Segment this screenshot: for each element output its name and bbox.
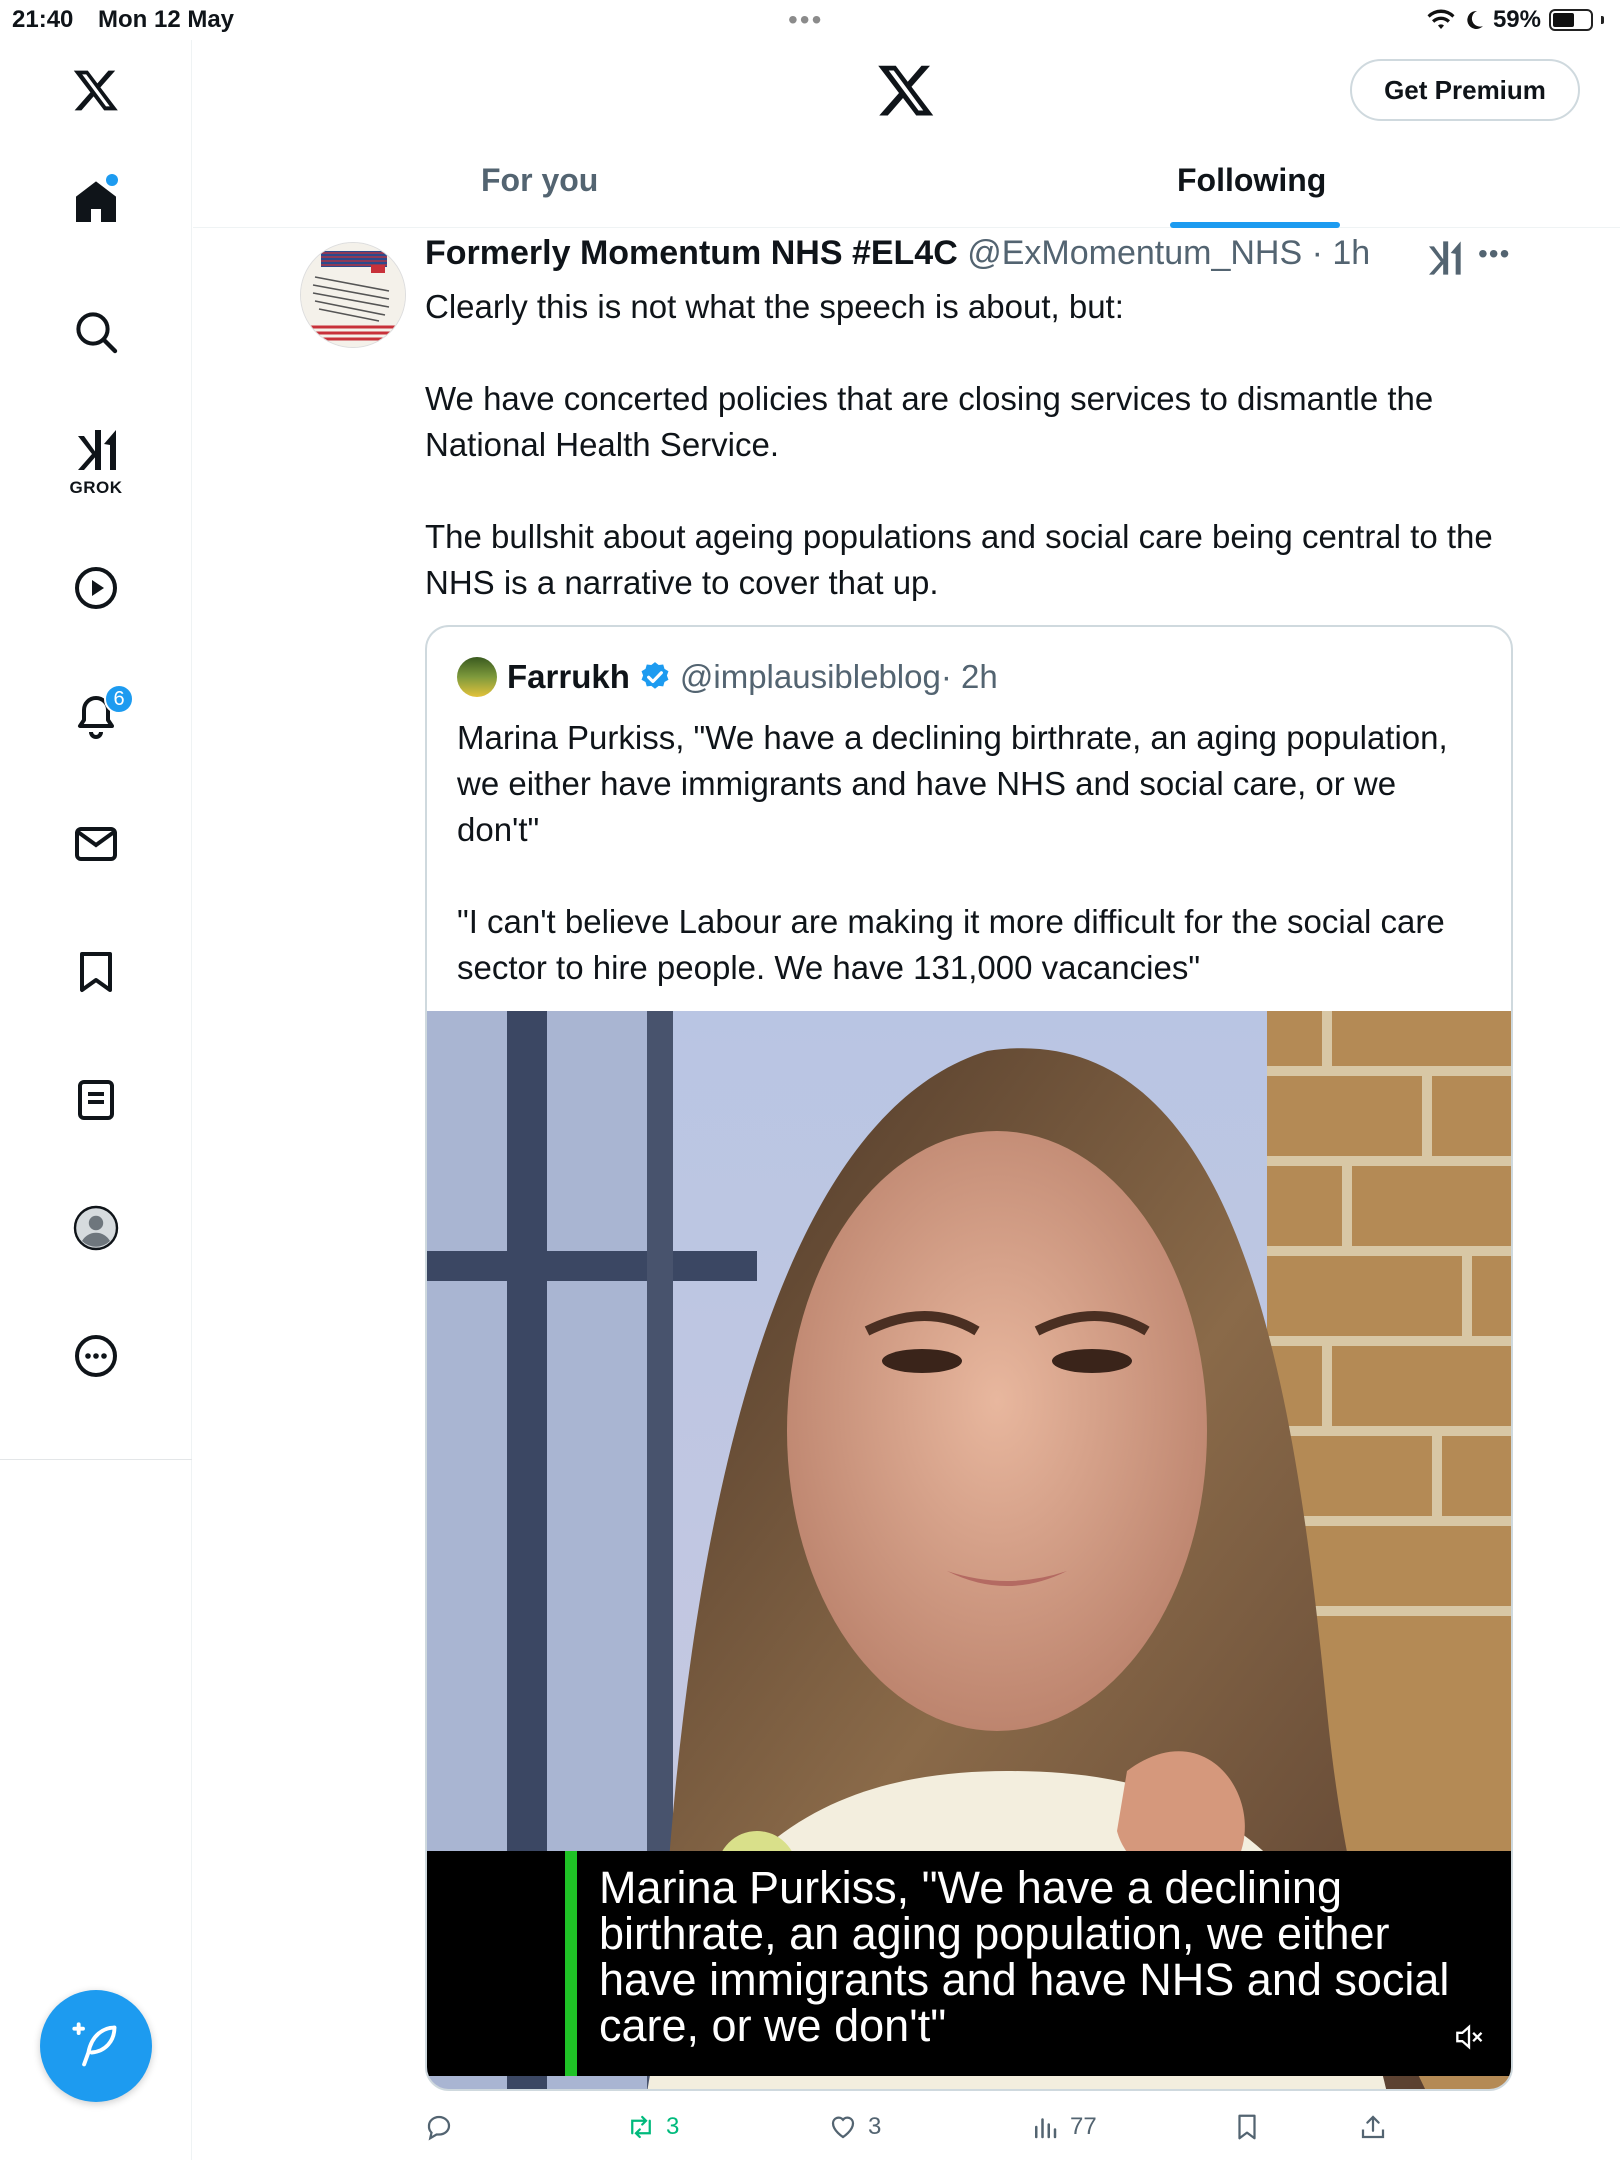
x-logo-icon[interactable] xyxy=(66,60,126,120)
reply-icon xyxy=(427,2115,451,2141)
tweet-text: Clearly this is not what the speech is a… xyxy=(425,288,1493,601)
bookmark-action-icon xyxy=(1238,2114,1256,2140)
share-icon xyxy=(1361,2115,1385,2139)
get-premium-button[interactable]: Get Premium xyxy=(1350,59,1580,121)
retweet-count: 3 xyxy=(666,2113,680,2140)
multitask-dots-icon[interactable]: ••• xyxy=(788,4,823,36)
home-new-dot xyxy=(106,174,118,186)
notifications-badge: 6 xyxy=(104,684,134,714)
quote-header: Farrukh @implausibleblog · 2h xyxy=(457,657,998,697)
header-x-logo-icon[interactable] xyxy=(876,60,936,120)
quote-avatar xyxy=(457,657,497,697)
profile-icon[interactable] xyxy=(66,1198,126,1258)
quoted-tweet-card[interactable]: Farrukh @implausibleblog · 2h Marina Pur… xyxy=(425,625,1513,2091)
author-name[interactable]: Formerly Momentum NHS #EL4C xyxy=(425,234,958,272)
timeline-tabs: For you Following xyxy=(193,150,1620,228)
battery-icon xyxy=(1549,9,1593,31)
status-indicators: 59% xyxy=(1427,6,1604,34)
mail-icon[interactable] xyxy=(66,814,126,874)
tab-for-you[interactable]: For you xyxy=(481,162,598,199)
retweet-icon xyxy=(631,2115,651,2139)
tab-following[interactable]: Following xyxy=(1177,162,1326,199)
battery-percent: 59% xyxy=(1492,6,1541,33)
tweet-time[interactable]: · 1h xyxy=(1312,234,1371,272)
tweet-more-icon[interactable]: ••• xyxy=(1478,238,1510,270)
quote-time: · 2h xyxy=(940,658,998,695)
bookmark-action[interactable] xyxy=(1232,2112,1262,2142)
active-tab-indicator xyxy=(1170,222,1340,228)
list-icon[interactable] xyxy=(66,1070,126,1130)
views-icon xyxy=(1035,2118,1057,2139)
compose-button[interactable] xyxy=(40,1990,152,2102)
more-icon[interactable] xyxy=(66,1326,126,1386)
author-handle[interactable]: @ExMomentum_NHS xyxy=(967,234,1302,272)
grok-explain-icon[interactable] xyxy=(1424,238,1464,278)
retweet-action[interactable]: 3 xyxy=(626,2112,679,2142)
tweet-header: Formerly Momentum NHS #EL4C @ExMomentum_… xyxy=(425,234,1370,273)
views-count: 77 xyxy=(1070,2113,1097,2140)
moon-icon xyxy=(1467,10,1483,29)
status-date: Mon 12 May xyxy=(98,6,235,33)
video-player[interactable]: Marina Purkiss, "We have a declining bir… xyxy=(427,1011,1511,2089)
share-action[interactable] xyxy=(1358,2112,1388,2142)
wifi-icon xyxy=(1427,9,1455,29)
quote-text: Marina Purkiss, "We have a declining bir… xyxy=(457,719,1448,986)
video-caption-text: Marina Purkiss, "We have a declining bir… xyxy=(599,1862,1450,2051)
mute-icon[interactable] xyxy=(1449,2017,1489,2057)
grok-icon[interactable] xyxy=(66,420,126,480)
like-count: 3 xyxy=(868,2113,882,2140)
bookmark-icon[interactable] xyxy=(66,942,126,1002)
quote-author-name: Farrukh xyxy=(507,658,630,695)
status-bar: 21:40 Mon 12 May ••• 59% xyxy=(0,0,1620,40)
compose-feather-icon xyxy=(72,2022,117,2067)
views-action[interactable]: 77 xyxy=(1030,2112,1097,2142)
video-icon[interactable] xyxy=(66,558,126,618)
like-action[interactable]: 3 xyxy=(828,2112,881,2142)
status-time: 21:40 xyxy=(12,6,74,33)
author-avatar[interactable] xyxy=(300,242,406,348)
heart-icon xyxy=(831,2116,855,2139)
grok-label: GROK xyxy=(69,478,123,497)
search-icon[interactable] xyxy=(66,302,126,362)
reply-action[interactable] xyxy=(424,2112,464,2142)
video-caption-bar: Marina Purkiss, "We have a declining bir… xyxy=(427,1851,1511,2076)
quote-handle: @implausibleblog xyxy=(679,658,941,695)
verified-badge-icon xyxy=(641,662,669,689)
